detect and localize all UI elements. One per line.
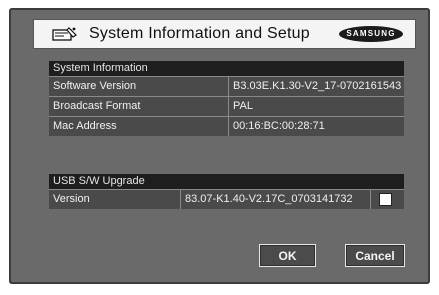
remote-control-icon [52, 26, 78, 42]
title-bar: System Information and Setup SAMSUNG [33, 19, 416, 49]
cancel-button[interactable]: Cancel [345, 244, 405, 267]
broadcast-format-row: Broadcast Format PAL [49, 96, 404, 116]
mac-address-value: 00:16:BC:00:28:71 [233, 120, 325, 132]
version-value: 83.07-K1.40-V2.17C_0703141732 [181, 190, 371, 209]
software-version-value: B3.03E.K1.30-V2_17-0702161543 [233, 80, 402, 92]
dialog-panel: System Information and Setup SAMSUNG Sys… [9, 8, 430, 284]
software-version-label: Software Version [49, 77, 229, 96]
checkbox-cell [371, 190, 404, 209]
broadcast-format-label: Broadcast Format [49, 97, 229, 116]
usb-upgrade-heading: USB S/W Upgrade [49, 174, 404, 189]
version-row[interactable]: Version 83.07-K1.40-V2.17C_0703141732 [49, 189, 404, 209]
upgrade-checkbox[interactable] [379, 193, 392, 206]
mac-address-label: Mac Address [49, 117, 229, 136]
page-title: System Information and Setup [89, 25, 310, 42]
version-label: Version [49, 190, 181, 209]
software-version-row: Software Version B3.03E.K1.30-V2_17-0702… [49, 76, 404, 96]
usb-upgrade-section: USB S/W Upgrade Version 83.07-K1.40-V2.1… [49, 174, 404, 209]
broadcast-format-value: PAL [233, 100, 253, 112]
screen: System Information and Setup SAMSUNG Sys… [0, 0, 439, 295]
system-information-section: System Information Software Version B3.0… [49, 61, 404, 136]
system-information-heading: System Information [49, 61, 404, 76]
samsung-logo: SAMSUNG [339, 26, 403, 42]
mac-address-row: Mac Address 00:16:BC:00:28:71 [49, 116, 404, 136]
ok-button[interactable]: OK [259, 244, 316, 267]
